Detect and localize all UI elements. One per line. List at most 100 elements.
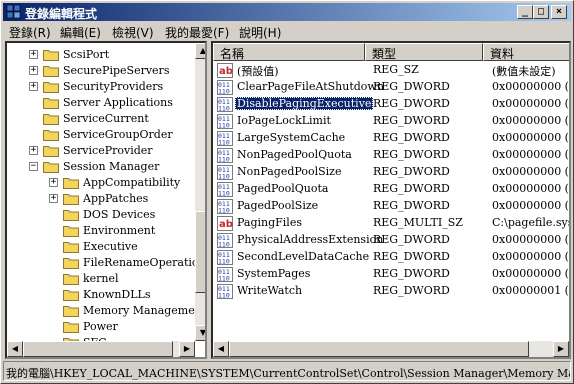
key-tree-pane[interactable]: + ScsiPort + SecurePipeServers + SecurityProv… [5, 41, 207, 359]
folder-icon [43, 96, 59, 109]
svg-text:110: 110 [218, 122, 230, 130]
value-data: 0x00000000 (0) [492, 148, 569, 161]
values-list-pane[interactable]: 名稱 類型 資料 ab (預設值) REG_SZ (數值未設定) 011 110 Clear… [211, 41, 571, 359]
folder-icon [63, 192, 79, 205]
value-name[interactable]: SystemPages [235, 267, 312, 280]
tree-item-label: ServiceCurrent [63, 112, 149, 125]
menu-registry[interactable]: 登錄(R) [9, 24, 51, 41]
tree-item-label: ScsiPort [63, 48, 110, 61]
expand-icon[interactable]: + [49, 178, 58, 187]
column-header: 名稱 類型 資料 [213, 43, 569, 61]
minimize-button[interactable]: _ [517, 5, 533, 19]
hscroll-thumb[interactable] [229, 341, 529, 357]
tree-item-label: AppCompatibility [83, 176, 181, 189]
close-button[interactable]: × [551, 5, 567, 19]
tree-item-label: SecurityProviders [63, 80, 164, 93]
folder-icon [43, 128, 59, 141]
tree-item-label: Session Manager [63, 160, 160, 173]
tree-item-label: Executive [83, 240, 138, 253]
value-row[interactable]: ab PagingFiles REG_MULTI_SZ C:\pagefile.sys… [213, 215, 569, 232]
value-row[interactable]: 011 110 NonPagedPoolQuota REG_DWORD 0x000000… [213, 147, 569, 164]
title-bar[interactable]: 登錄編輯程式 _ □ × [3, 3, 571, 21]
value-name[interactable]: PagingFiles [235, 216, 304, 229]
column-name-header[interactable]: 名稱 [213, 43, 365, 61]
value-type: REG_DWORD [373, 267, 450, 280]
menu-view[interactable]: 檢視(V) [112, 24, 154, 41]
value-row[interactable]: 011110SystemPages REG_DWORD 0x00000000 (0) [213, 266, 569, 283]
registry-editor-icon [6, 4, 21, 19]
expand-icon[interactable]: + [29, 82, 38, 91]
value-name[interactable]: NonPagedPoolQuota [235, 148, 354, 161]
scroll-right-arrow-icon[interactable]: ▶ [179, 341, 195, 357]
value-row[interactable]: 011110WriteWatch REG_DWORD 0x00000001 (1) [213, 283, 569, 300]
value-row[interactable]: 011 110 PagedPoolSize REG_DWORD 0x00000000 (… [213, 198, 569, 215]
value-type: REG_DWORD [373, 233, 450, 246]
registry-editor-window: 登錄編輯程式 _ □ × 登錄(R) 編輯(E) 檢視(V) 我的最愛(F) 說… [0, 0, 574, 384]
value-type: REG_DWORD [373, 97, 450, 110]
window-title: 登錄編輯程式 [25, 7, 98, 21]
value-row[interactable]: ab (預設值) REG_SZ (數值未設定) [213, 62, 569, 79]
expand-icon[interactable]: + [29, 146, 38, 155]
scroll-down-arrow-icon[interactable]: ▼ [195, 325, 205, 341]
expand-icon[interactable]: + [29, 50, 38, 59]
value-row[interactable]: 011 110 SecondLevelDataCache REG_DWORD 0x000… [213, 249, 569, 266]
value-row[interactable]: 011 110 PhysicalAddressExtension REG_DWORD 0… [213, 232, 569, 249]
menu-favorites[interactable]: 我的最愛(F) [165, 24, 229, 41]
menu-help[interactable]: 說明(H) [239, 24, 281, 41]
value-data: 0x00000001 (1) [492, 284, 569, 297]
value-data: (數值未設定) [492, 65, 556, 78]
binary-value-icon: 011 110 [217, 80, 233, 96]
hscroll-thumb[interactable] [23, 341, 173, 357]
tree-horizontal-scrollbar[interactable]: ◀ ▶ [7, 341, 195, 357]
value-data: 0x00000000 (0) [492, 80, 569, 93]
folder-icon [43, 112, 59, 125]
value-name[interactable]: IoPageLockLimit [235, 114, 333, 127]
tree-vertical-scrollbar[interactable]: ▲ ▼ [195, 43, 205, 341]
value-row[interactable]: 011 110 NonPagedPoolSize REG_DWORD 0x0000000… [213, 164, 569, 181]
column-type-header[interactable]: 類型 [365, 43, 483, 61]
value-row[interactable]: 011 110 PagedPoolQuota REG_DWORD 0x00000000 … [213, 181, 569, 198]
value-data: 0x00000000 (0) [492, 131, 569, 144]
value-row[interactable]: 011 110 ClearPageFileAtShutdown REG_DWORD 0x… [213, 79, 569, 96]
value-type: REG_DWORD [373, 165, 450, 178]
value-row[interactable]: 011 110 LargeSystemCache REG_DWORD 0x0000000… [213, 130, 569, 147]
svg-text:110: 110 [218, 258, 230, 266]
tree-item-label: ServiceGroupOrder [63, 128, 173, 141]
value-row[interactable]: 011 110 DisablePagingExecutive REG_DWORD 0x0… [213, 96, 569, 113]
folder-icon [63, 176, 79, 189]
tree-item-label: Power [83, 320, 118, 333]
scroll-thumb[interactable] [195, 211, 205, 293]
menu-edit[interactable]: 編輯(E) [60, 24, 101, 41]
value-type: REG_DWORD [373, 114, 450, 127]
scroll-up-arrow-icon[interactable]: ▲ [195, 43, 205, 59]
scroll-left-arrow-icon[interactable]: ◀ [7, 341, 23, 357]
expand-icon[interactable]: + [29, 66, 38, 75]
binary-value-icon: 011 110 [217, 131, 233, 147]
scroll-right-arrow-icon[interactable]: ▶ [553, 341, 569, 357]
value-name[interactable]: NonPagedPoolSize [235, 165, 343, 178]
binary-value-icon: 011 110 [217, 284, 233, 300]
list-horizontal-scrollbar[interactable]: ◀ ▶ [213, 341, 569, 357]
tree-item-label: ServiceProvider [63, 144, 153, 157]
value-name[interactable]: DisablePagingExecutive [235, 97, 374, 110]
value-name[interactable]: WriteWatch [235, 284, 304, 297]
scroll-left-arrow-icon[interactable]: ◀ [213, 341, 229, 357]
value-name[interactable]: PagedPoolQuota [235, 182, 330, 195]
status-path: 我的電腦\HKEY_LOCAL_MACHINE\SYSTEM\CurrentCo… [6, 367, 571, 380]
svg-text:110: 110 [218, 105, 230, 113]
maximize-button[interactable]: □ [533, 5, 549, 19]
value-name[interactable]: (預設值) [235, 63, 281, 79]
value-name[interactable]: PagedPoolSize [235, 199, 320, 212]
value-row[interactable]: 011 110 IoPageLockLimit REG_DWORD 0x00000000… [213, 113, 569, 130]
folder-icon [63, 240, 79, 253]
tree-item-label: FileRenameOperations [83, 256, 207, 269]
folder-icon [43, 160, 59, 173]
value-name[interactable]: SecondLevelDataCache [235, 250, 371, 263]
expand-icon[interactable]: + [49, 194, 58, 203]
value-name[interactable]: PhysicalAddressExtension [235, 233, 385, 246]
value-name[interactable]: LargeSystemCache [235, 131, 347, 144]
column-data-header[interactable]: 資料 [483, 43, 569, 61]
value-data: 0x00000000 (0) [492, 233, 569, 246]
value-name[interactable]: ClearPageFileAtShutdown [235, 80, 386, 93]
collapse-icon[interactable]: − [29, 162, 38, 171]
